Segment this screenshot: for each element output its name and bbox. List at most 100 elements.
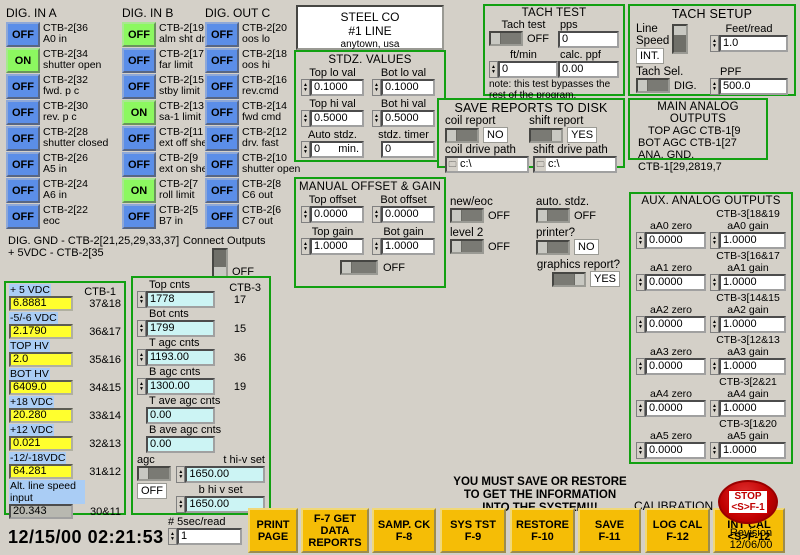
io-led-button[interactable]: OFF xyxy=(122,48,156,73)
coil-path-control[interactable]: 🗀 c:\ xyxy=(445,156,529,173)
aux-gain-stepper[interactable]: ▲ ▼ 1.0000 xyxy=(710,358,786,375)
io-led-button[interactable]: ON xyxy=(122,100,156,125)
coil-report-switch[interactable]: NO xyxy=(445,127,529,143)
shift-report-switch[interactable]: YES xyxy=(529,127,617,143)
bot-offset-stepper[interactable]: ▲ ▼ 0.0000 xyxy=(372,206,435,223)
t-hiv-arrows[interactable]: ▲ ▼ xyxy=(176,466,186,483)
aux-gain-arrows[interactable]: ▲ ▼ xyxy=(710,232,719,249)
aux-zero-input[interactable]: 0.0000 xyxy=(645,316,706,333)
io-led-button[interactable]: OFF xyxy=(6,204,40,229)
connect-outputs-toggle[interactable] xyxy=(212,248,228,278)
io-led-button[interactable]: OFF xyxy=(205,178,239,203)
ctb3-count-arrows[interactable]: ▲ ▼ xyxy=(137,378,146,395)
new-eoc-switch[interactable]: OFF xyxy=(450,208,536,223)
top-lo-val-stepper[interactable]: ▲ ▼ 0.1000 xyxy=(301,79,364,96)
io-led-button[interactable]: ON xyxy=(122,178,156,203)
level2-switch[interactable]: OFF xyxy=(450,239,536,254)
ctb3-count-input[interactable]: 1300.00 xyxy=(146,378,215,395)
auto-stdz-arrows[interactable]: ▲ ▼ xyxy=(301,141,310,158)
top-hi-val-input[interactable]: 0.5000 xyxy=(310,110,364,127)
printer-toggle[interactable] xyxy=(536,239,570,255)
aux-gain-arrows[interactable]: ▲ ▼ xyxy=(710,358,719,375)
graphics-report-toggle[interactable] xyxy=(551,271,586,287)
stop-button[interactable]: STOP <S>F-1 xyxy=(718,480,778,524)
bot-lo-val-stepper[interactable]: ▲ ▼ 0.1000 xyxy=(372,79,435,96)
top-offset-input[interactable]: 0.0000 xyxy=(310,206,364,223)
io-led-button[interactable]: OFF xyxy=(122,204,156,229)
tach-sel-toggle[interactable] xyxy=(636,78,670,93)
t-hiv-input[interactable]: 1650.00 xyxy=(185,466,265,483)
top-hi-val-arrows[interactable]: ▲ ▼ xyxy=(301,110,310,127)
aux-gain-input[interactable]: 1.0000 xyxy=(719,232,786,249)
io-led-button[interactable]: OFF xyxy=(6,100,40,125)
printer-switch[interactable]: NO xyxy=(536,239,620,255)
function-button[interactable]: RESTORE F-10 xyxy=(510,508,575,553)
aux-zero-stepper[interactable]: ▲ ▼ 0.0000 xyxy=(636,274,706,291)
top-lo-val-input[interactable]: 0.1000 xyxy=(310,79,364,96)
feet-read-input[interactable]: 1.0 xyxy=(719,35,788,52)
aux-gain-stepper[interactable]: ▲ ▼ 1.0000 xyxy=(710,400,786,417)
auto-stdz-toggle[interactable] xyxy=(536,208,570,223)
function-button[interactable]: F-7 GET DATA REPORTS xyxy=(301,508,369,553)
top-lo-val-arrows[interactable]: ▲ ▼ xyxy=(301,79,310,96)
io-led-button[interactable]: ON xyxy=(6,48,40,73)
sample-rate-arrows[interactable]: ▲ ▼ xyxy=(168,528,177,545)
sample-rate-input[interactable]: 1 xyxy=(177,528,242,545)
tach-test-toggle[interactable] xyxy=(489,31,523,46)
ctb3-count-arrows[interactable]: ▲ ▼ xyxy=(137,320,146,337)
aux-gain-input[interactable]: 1.0000 xyxy=(719,274,786,291)
tach-sel-switch[interactable]: DIG. xyxy=(636,78,710,93)
ppf-arrows[interactable]: ▲ ▼ xyxy=(710,78,719,95)
level2-toggle[interactable] xyxy=(450,239,484,254)
coil-path-input[interactable]: c:\ xyxy=(458,156,529,173)
tach-test-switch[interactable]: OFF xyxy=(489,31,558,46)
io-led-button[interactable]: OFF xyxy=(205,204,239,229)
bot-offset-arrows[interactable]: ▲ ▼ xyxy=(372,206,381,223)
bot-hi-val-stepper[interactable]: ▲ ▼ 0.5000 xyxy=(372,110,435,127)
manual-offset-enable-toggle[interactable] xyxy=(340,260,378,275)
b-hiv-arrows[interactable]: ▲ ▼ xyxy=(176,496,186,513)
agc-toggle[interactable] xyxy=(137,466,171,481)
function-button[interactable]: SAVE F-11 xyxy=(578,508,641,553)
coil-report-toggle[interactable] xyxy=(445,127,479,143)
aux-gain-stepper[interactable]: ▲ ▼ 1.0000 xyxy=(710,442,786,459)
bot-hi-val-input[interactable]: 0.5000 xyxy=(381,110,435,127)
aux-zero-stepper[interactable]: ▲ ▼ 0.0000 xyxy=(636,232,706,249)
io-led-button[interactable]: OFF xyxy=(122,152,156,177)
aux-gain-stepper[interactable]: ▲ ▼ 1.0000 xyxy=(710,316,786,333)
io-led-button[interactable]: OFF xyxy=(205,152,239,177)
io-led-button[interactable]: OFF xyxy=(122,74,156,99)
shift-report-toggle[interactable] xyxy=(529,127,564,143)
auto-stdz-stepper[interactable]: ▲ ▼ 0 min. xyxy=(301,141,364,158)
ctb3-count-input[interactable]: 1193.00 xyxy=(146,349,215,366)
aux-gain-input[interactable]: 1.0000 xyxy=(719,316,786,333)
auto-stdz-switch[interactable]: OFF xyxy=(536,208,620,223)
ctb3-count-input[interactable]: 1799 xyxy=(146,320,215,337)
io-led-button[interactable]: OFF xyxy=(6,126,40,151)
shift-path-input[interactable]: c:\ xyxy=(546,156,617,173)
ppf-input[interactable]: 500.0 xyxy=(719,78,788,95)
top-gain-stepper[interactable]: ▲ ▼ 1.0000 xyxy=(301,238,364,255)
io-led-button[interactable]: OFF xyxy=(122,126,156,151)
io-led-button[interactable]: OFF xyxy=(205,126,239,151)
aux-gain-input[interactable]: 1.0000 xyxy=(719,358,786,375)
aux-zero-arrows[interactable]: ▲ ▼ xyxy=(636,358,645,375)
aux-zero-input[interactable]: 0.0000 xyxy=(645,400,706,417)
aux-gain-arrows[interactable]: ▲ ▼ xyxy=(710,316,719,333)
function-button[interactable]: LOG CAL F-12 xyxy=(645,508,710,553)
ftmin-stepper[interactable]: ▲ ▼ 0 xyxy=(489,61,558,78)
aux-zero-arrows[interactable]: ▲ ▼ xyxy=(636,316,645,333)
aux-gain-input[interactable]: 1.0000 xyxy=(719,442,786,459)
line-speed-toggle[interactable] xyxy=(672,24,689,54)
ctb3-count-stepper[interactable]: ▲ ▼ 1778 xyxy=(137,291,215,308)
graphics-report-switch[interactable]: YES xyxy=(450,271,620,287)
shift-path-control[interactable]: 🗀 c:\ xyxy=(533,156,617,173)
aux-zero-input[interactable]: 0.0000 xyxy=(645,358,706,375)
t-hiv-stepper[interactable]: ▲ ▼ 1650.00 xyxy=(176,466,265,483)
aux-gain-arrows[interactable]: ▲ ▼ xyxy=(710,400,719,417)
io-led-button[interactable]: OFF xyxy=(205,48,239,73)
ctb3-count-stepper[interactable]: ▲ ▼ 1799 xyxy=(137,320,215,337)
io-led-button[interactable]: OFF xyxy=(6,22,40,47)
io-led-button[interactable]: OFF xyxy=(6,74,40,99)
top-gain-arrows[interactable]: ▲ ▼ xyxy=(301,238,310,255)
